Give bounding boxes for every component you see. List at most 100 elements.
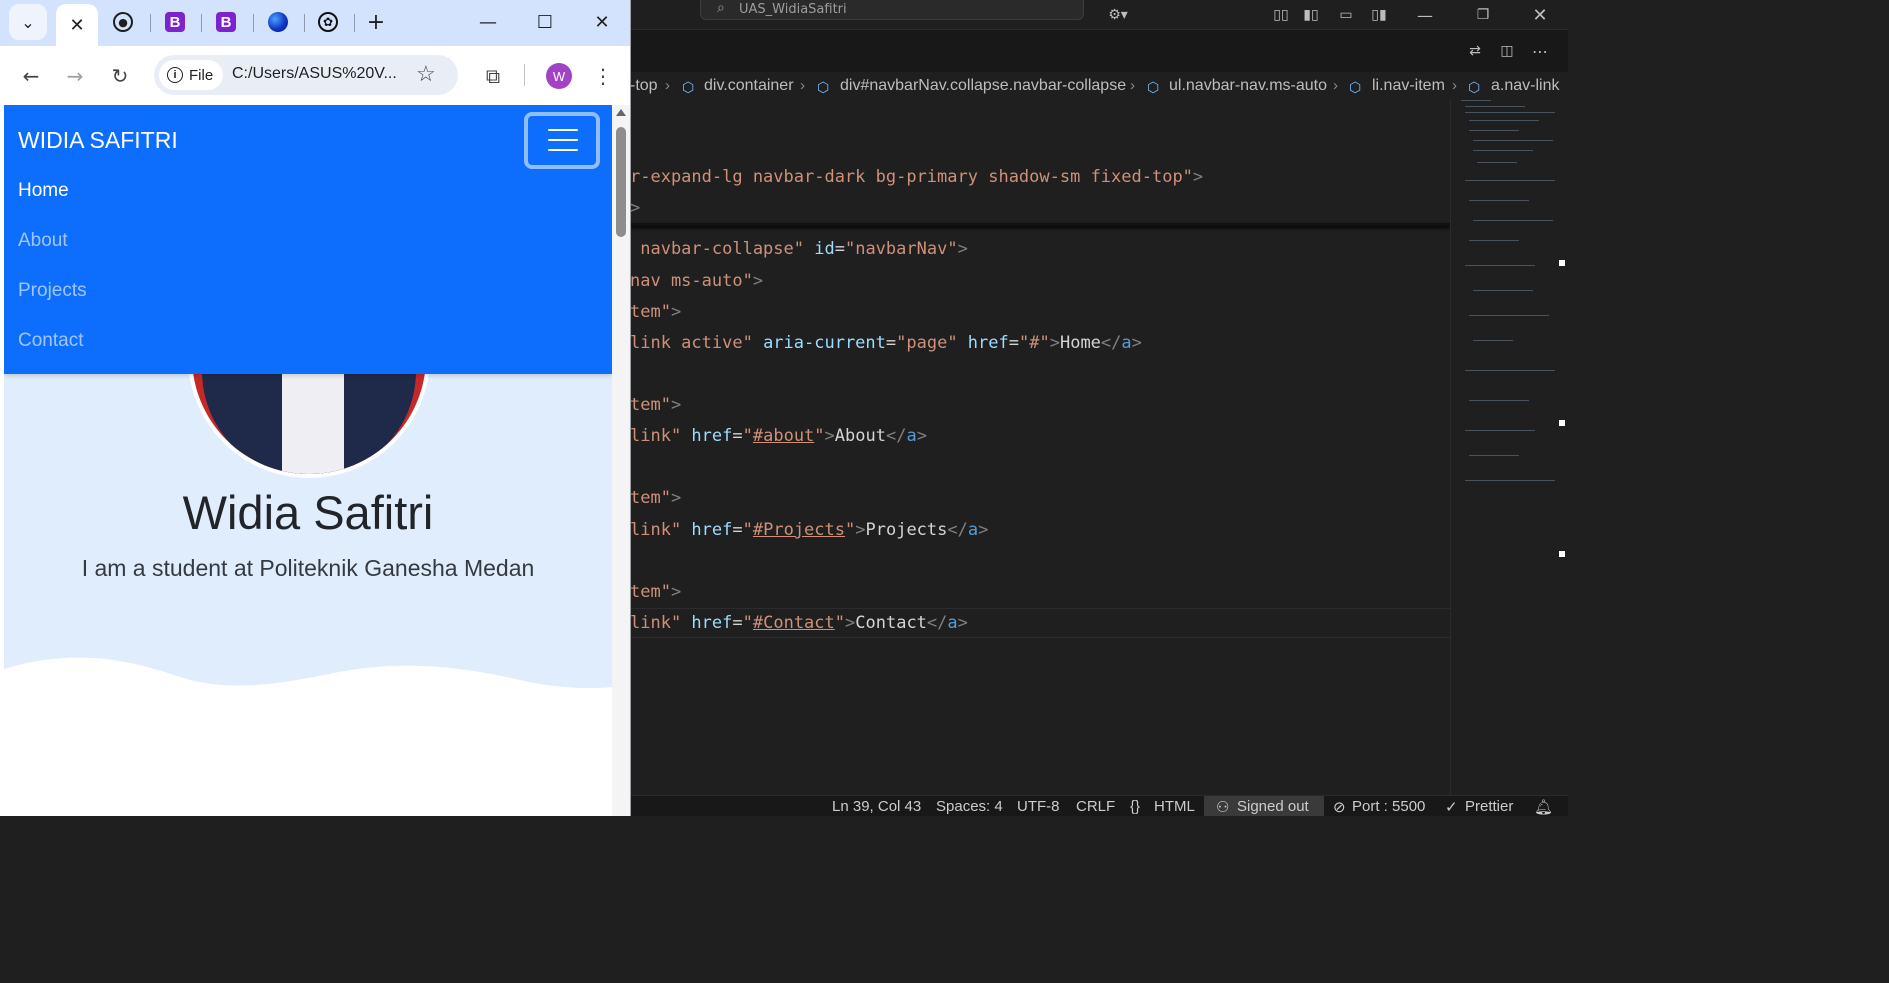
navbar: WIDIA SAFITRI Home About Projects Contac… bbox=[4, 105, 612, 374]
extensions-button[interactable]: ⧉ bbox=[476, 59, 510, 93]
desktop: ⌕ UAS_WidiaSafitri ⚙︎▾ ▯▯ ▮▯ ▭ ▯▮ — ❐ ✕ … bbox=[0, 0, 1568, 816]
minimap-marker bbox=[1559, 551, 1565, 557]
minimap-marker bbox=[1559, 260, 1565, 266]
minimize-icon: — bbox=[479, 11, 497, 33]
back-button[interactable]: ← bbox=[14, 59, 48, 93]
link-anchor[interactable]: #about bbox=[753, 426, 814, 446]
url-text[interactable]: C:/Users/ASUS%20V... bbox=[232, 65, 397, 83]
nav-link-about[interactable]: About bbox=[18, 230, 68, 252]
code-line: link active" aria-current="page" href="#… bbox=[630, 333, 1142, 353]
link-anchor[interactable]: #Projects bbox=[753, 520, 845, 540]
toggle-secondary-sidebar-icon[interactable]: ▯▮ bbox=[1368, 0, 1390, 30]
tab-bootstrap-1[interactable]: B bbox=[162, 9, 188, 35]
minimize-button[interactable]: — bbox=[473, 8, 503, 36]
scroll-up-icon[interactable] bbox=[616, 109, 626, 116]
profile-avatar[interactable]: W bbox=[546, 63, 572, 89]
element-icon: ⬡ bbox=[1349, 79, 1362, 95]
encoding[interactable]: UTF-8 bbox=[1017, 798, 1060, 815]
hero-subtitle: I am a student at Politeknik Ganesha Med… bbox=[81, 555, 535, 581]
toggle-panel-icon[interactable]: ▭ bbox=[1335, 0, 1357, 30]
bookmark-star-icon[interactable]: ☆ bbox=[416, 61, 436, 87]
nav-link-contact[interactable]: Contact bbox=[18, 330, 83, 352]
breadcrumb-item[interactable]: -top bbox=[630, 77, 658, 95]
code-line: tem"> bbox=[630, 302, 682, 322]
notifications-icon[interactable]: 🔔︎ bbox=[1534, 798, 1553, 816]
nav-link-home[interactable]: Home bbox=[18, 180, 69, 202]
code-line: tem"> bbox=[630, 488, 682, 508]
globe-icon bbox=[268, 12, 288, 32]
close-icon[interactable]: ✕ bbox=[1525, 0, 1555, 30]
tab-bootstrap-2[interactable]: B bbox=[213, 9, 239, 35]
code-line: link" href="#Projects">Projects</a> bbox=[630, 520, 989, 540]
breadcrumb-item[interactable]: li.nav-item bbox=[1372, 77, 1445, 95]
puzzle-icon: ⧉ bbox=[485, 64, 501, 88]
minimize-icon[interactable]: — bbox=[1410, 0, 1440, 30]
close-tab-icon[interactable]: ✕ bbox=[69, 15, 84, 36]
nav-link-projects[interactable]: Projects bbox=[18, 280, 87, 302]
navbar-brand[interactable]: WIDIA SAFITRI bbox=[18, 127, 178, 154]
copilot-icon[interactable]: ⚙︎▾ bbox=[1098, 0, 1138, 30]
minimap[interactable] bbox=[1450, 100, 1568, 795]
indentation[interactable]: Spaces: 4 bbox=[936, 798, 1003, 815]
reload-button[interactable]: ↻ bbox=[103, 59, 137, 93]
compare-icon[interactable]: ⇄ bbox=[1464, 36, 1486, 66]
element-icon: ⬡ bbox=[682, 79, 695, 95]
minimap-marker bbox=[1559, 420, 1565, 426]
code-line: nav ms-auto"> bbox=[630, 271, 764, 291]
chevron-right-icon: › bbox=[800, 77, 805, 94]
restore-icon[interactable]: ❐ bbox=[1468, 0, 1498, 30]
breadcrumb-item[interactable]: ul.navbar-nav.ms-auto bbox=[1169, 77, 1327, 95]
arrow-right-icon: → bbox=[66, 64, 84, 88]
bootstrap-icon: B bbox=[165, 12, 185, 32]
link-anchor[interactable]: #Contact bbox=[753, 613, 835, 633]
address-bar[interactable]: i File C:/Users/ASUS%20V... ☆ bbox=[154, 55, 458, 95]
menu-button[interactable]: ⋮ bbox=[586, 59, 620, 93]
page-scrollbar[interactable] bbox=[612, 105, 630, 816]
customize-layout-icon[interactable]: ▯▯ bbox=[1270, 0, 1292, 30]
code-line: tem"> bbox=[630, 582, 682, 602]
command-center-search[interactable]: ⌕ UAS_WidiaSafitri bbox=[700, 0, 1084, 20]
chevron-right-icon: › bbox=[1452, 77, 1457, 94]
code-line: tem"> bbox=[630, 395, 682, 415]
code-line: r-expand-lg navbar-dark bg-primary shado… bbox=[630, 167, 1204, 187]
more-actions-icon[interactable]: ⋯ bbox=[1528, 36, 1552, 66]
active-tab[interactable]: ✕ bbox=[56, 4, 98, 46]
code-line: navbar-collapse" id="navbarNav"> bbox=[630, 239, 968, 259]
tab-site[interactable] bbox=[265, 9, 291, 35]
signed-out-status[interactable]: Signed out bbox=[1237, 798, 1309, 815]
kebab-menu-icon: ⋮ bbox=[593, 64, 613, 88]
live-server-port[interactable]: Port : 5500 bbox=[1352, 798, 1425, 815]
tab-chatgpt[interactable]: ✿ bbox=[315, 9, 341, 35]
line-endings[interactable]: CRLF bbox=[1076, 798, 1115, 815]
bootstrap-icon: B bbox=[216, 12, 236, 32]
braces-icon: {} bbox=[1130, 798, 1141, 815]
wave-divider bbox=[4, 657, 612, 816]
breadcrumb-item[interactable]: div.container bbox=[704, 77, 794, 95]
site-info-chip[interactable]: i File bbox=[159, 60, 223, 90]
breadcrumb-item[interactable]: div#navbarNav.collapse.navbar-collapse bbox=[840, 77, 1126, 95]
tab-search-button[interactable]: ⌄ bbox=[9, 4, 47, 40]
cursor-position[interactable]: Ln 39, Col 43 bbox=[832, 798, 921, 815]
web-page: Widia Safitri I am a student at Politekn… bbox=[4, 105, 612, 816]
tab-github[interactable]: ● bbox=[110, 9, 136, 35]
arrow-left-icon: ← bbox=[22, 64, 40, 88]
tab-strip: ⌄ ✕ ● B B ✿ + — ☐ ✕ bbox=[0, 0, 630, 46]
sticky-scroll-divider bbox=[630, 223, 1450, 226]
split-editor-icon[interactable]: ◫ bbox=[1496, 36, 1518, 66]
maximize-button[interactable]: ☐ bbox=[530, 8, 560, 36]
toggle-sidebar-icon[interactable]: ▮▯ bbox=[1300, 0, 1322, 30]
code-line: > bbox=[630, 198, 641, 218]
language-mode[interactable]: HTML bbox=[1154, 798, 1195, 815]
chevron-right-icon: › bbox=[665, 77, 670, 94]
new-tab-button[interactable]: + bbox=[363, 9, 389, 35]
navbar-toggler[interactable] bbox=[524, 112, 600, 169]
prettier-status[interactable]: Prettier bbox=[1465, 798, 1513, 815]
reload-icon: ↻ bbox=[111, 64, 129, 88]
forward-button[interactable]: → bbox=[58, 59, 92, 93]
maximize-icon: ☐ bbox=[536, 11, 554, 33]
close-window-button[interactable]: ✕ bbox=[587, 8, 617, 36]
element-icon: ⬡ bbox=[1147, 79, 1160, 95]
scrollbar-thumb[interactable] bbox=[616, 127, 626, 237]
breadcrumb-item[interactable]: a.nav-link bbox=[1491, 77, 1559, 95]
plus-icon: + bbox=[366, 9, 386, 35]
